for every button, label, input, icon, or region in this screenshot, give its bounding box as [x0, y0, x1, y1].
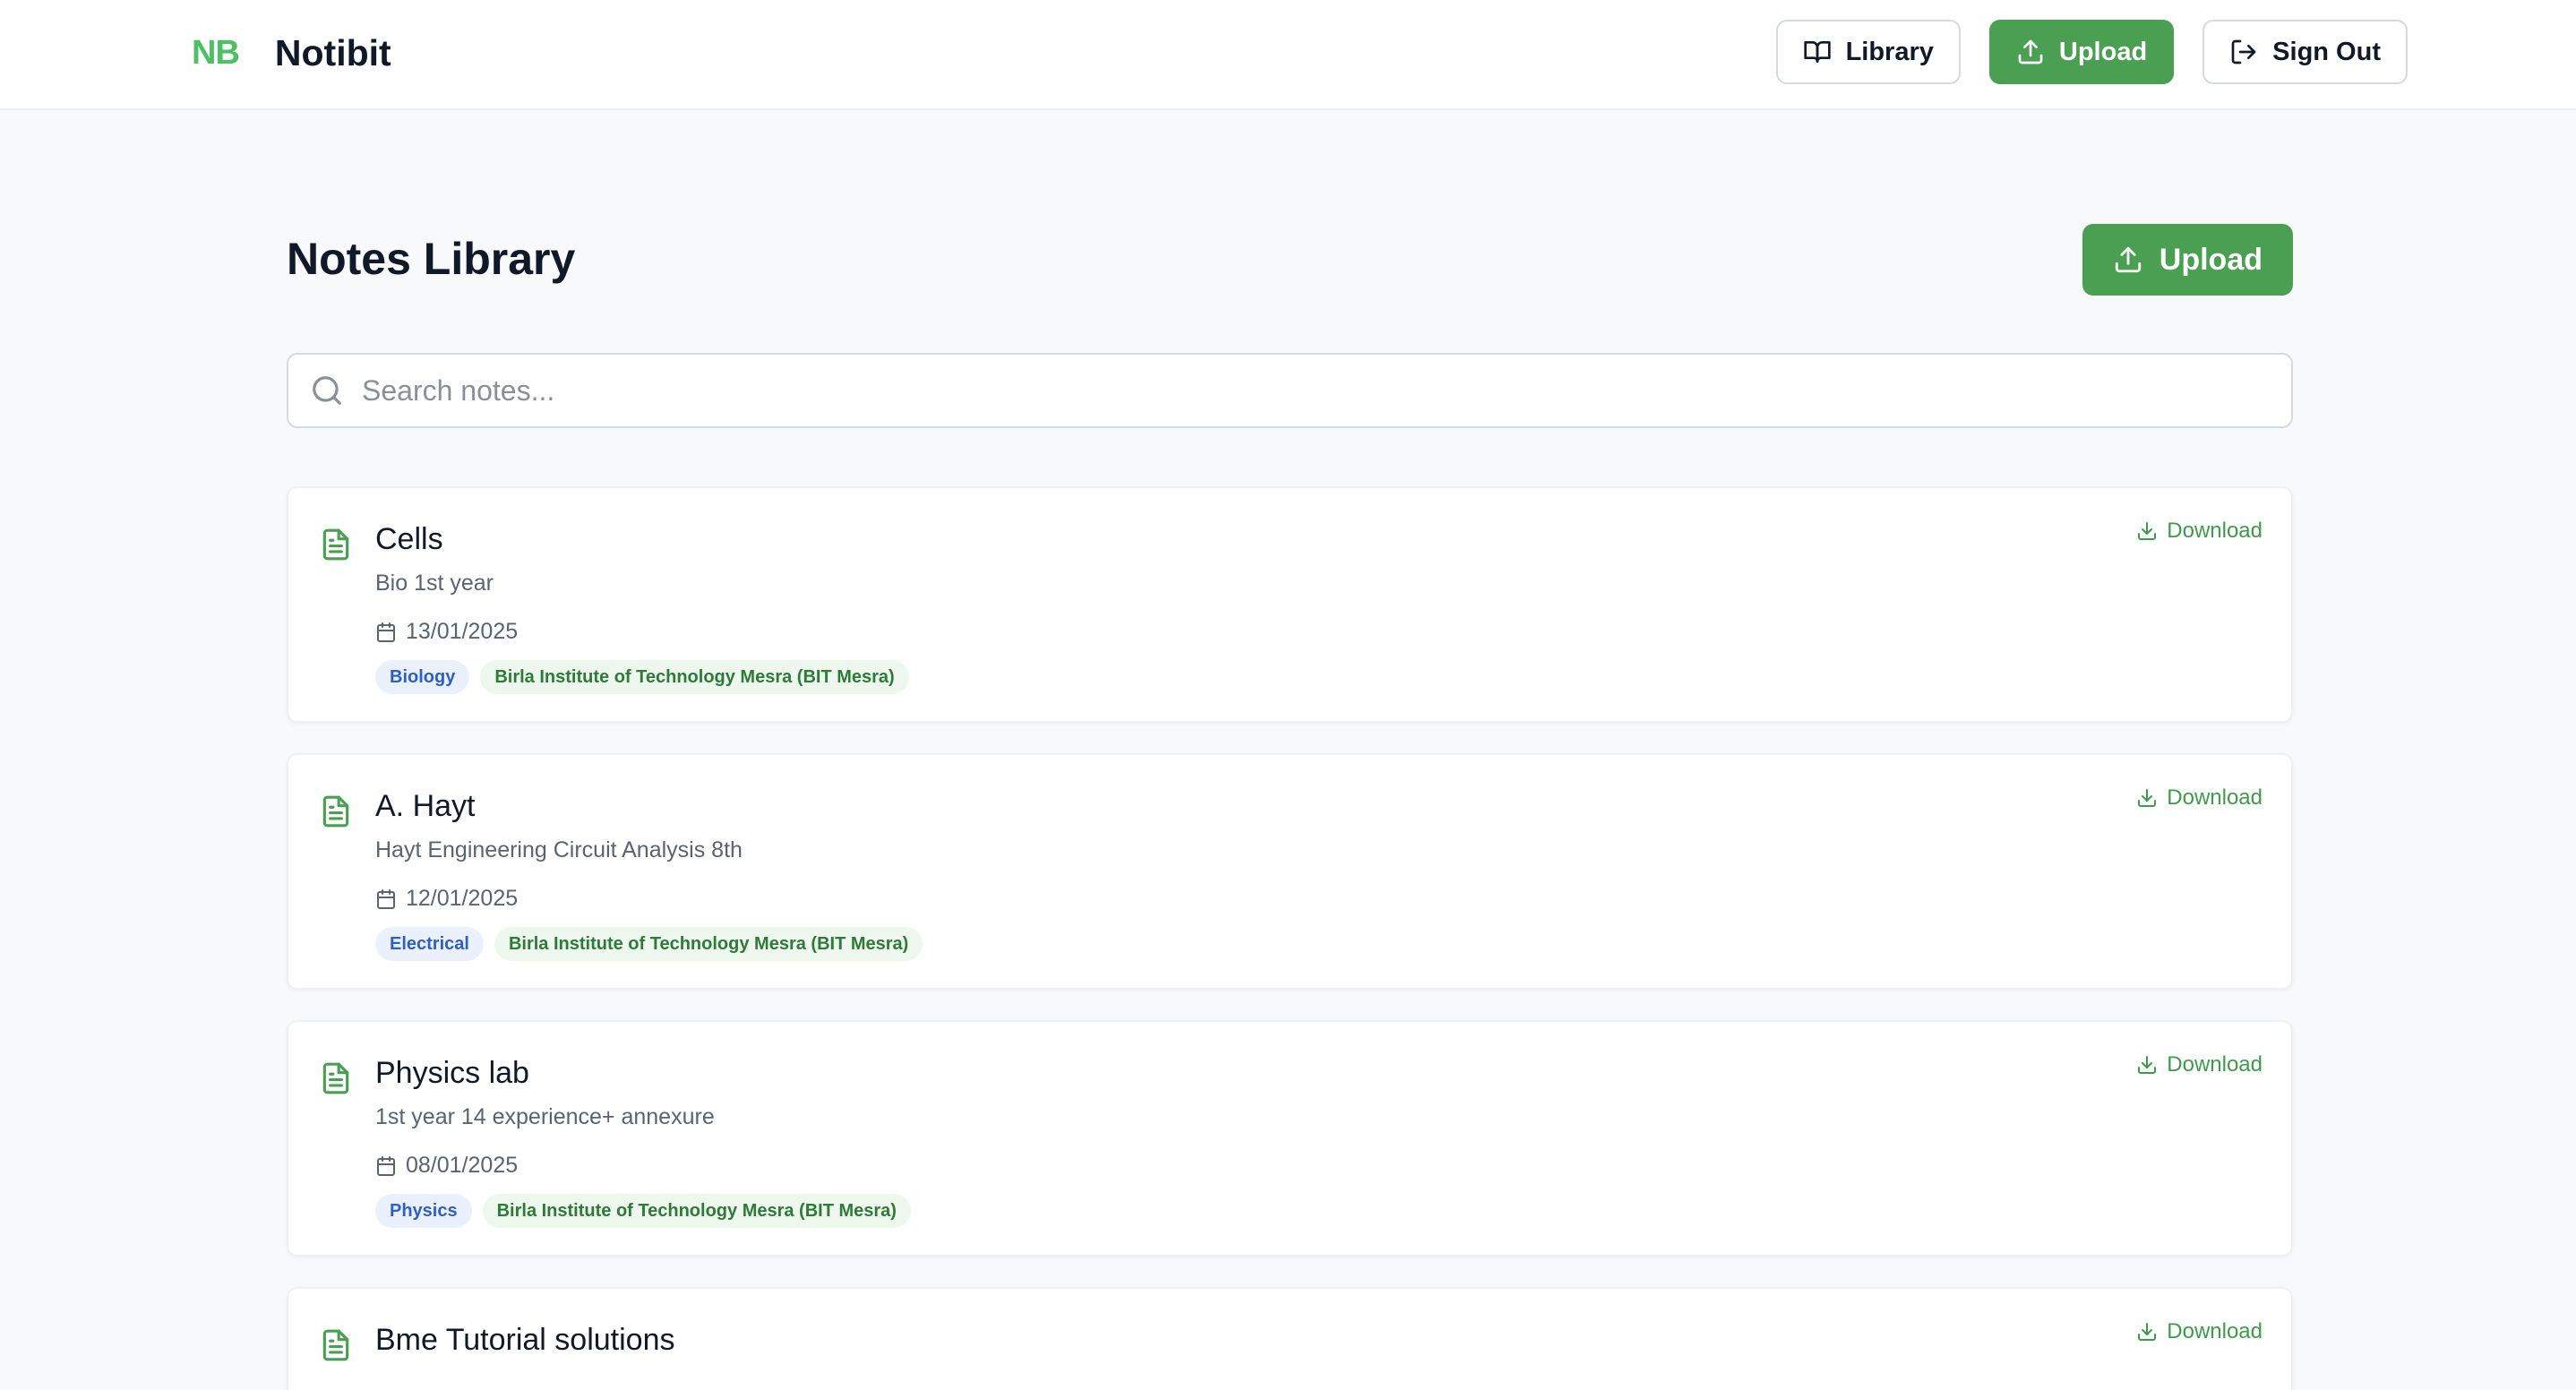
- subject-tag: Physics: [375, 1194, 472, 1228]
- calendar-icon: [377, 888, 395, 909]
- download-icon: [2138, 1056, 2157, 1074]
- download-icon: [2138, 1323, 2157, 1341]
- download-button-label: Download: [2167, 519, 2263, 543]
- note-date-text: 12/01/2025: [406, 886, 519, 911]
- note-description: Hayt Engineering Circuit Analysis 8th: [375, 837, 743, 862]
- library-button-label: Library: [1845, 37, 1934, 66]
- note-description: 1st year 14 experience+ annexure: [375, 1104, 715, 1129]
- subject-tag: Biology: [375, 660, 470, 694]
- note-tags: Electrical Birla Institute of Technology…: [375, 927, 923, 961]
- note-title: Cells: [375, 522, 443, 556]
- download-button[interactable]: Download: [2136, 519, 2263, 544]
- upload-button-label: Upload: [2159, 242, 2263, 277]
- search-box[interactable]: [287, 353, 2293, 428]
- search-icon: [313, 376, 341, 405]
- note-date: 08/01/2025: [375, 1153, 518, 1179]
- download-button-label: Download: [2167, 1052, 2263, 1077]
- download-button[interactable]: Download: [2136, 785, 2263, 811]
- app-name: Notibit: [274, 31, 391, 73]
- upload-icon: [2115, 246, 2141, 273]
- file-text-icon: [322, 1062, 349, 1094]
- sign-out-button-label: Sign Out: [2272, 37, 2381, 66]
- library-button[interactable]: Library: [1775, 20, 1961, 84]
- note-date-text: 13/01/2025: [406, 619, 519, 644]
- brand[interactable]: NB Notibit: [192, 0, 391, 106]
- file-text-icon: [322, 528, 349, 561]
- note-title: A. Hayt: [375, 789, 476, 823]
- institute-tag: Birla Institute of Technology Mesra (BIT…: [480, 660, 909, 694]
- file-text-icon: [322, 1329, 349, 1361]
- calendar-icon: [377, 622, 395, 642]
- sign-out-button[interactable]: Sign Out: [2202, 20, 2408, 84]
- institute-tag: Birla Institute of Technology Mesra (BIT…: [482, 1194, 911, 1228]
- note-tags: Biology Birla Institute of Technology Me…: [375, 660, 909, 694]
- book-open-icon: [1803, 41, 1831, 63]
- upload-button[interactable]: Upload: [2082, 224, 2293, 296]
- search-input[interactable]: [362, 364, 2291, 417]
- page-title: Notes Library: [287, 234, 576, 284]
- institute-tag: Birla Institute of Technology Mesra (BIT…: [494, 927, 923, 961]
- download-icon: [2138, 522, 2157, 540]
- top-navbar: NB Notibit Library Upload Sign Out: [0, 0, 2576, 110]
- note-tags: Physics Birla Institute of Technology Me…: [375, 1194, 911, 1228]
- upload-nav-button-label: Upload: [2058, 37, 2148, 66]
- upload-icon: [2018, 39, 2043, 64]
- note-card[interactable]: Physics lab 1st year 14 experience+ anne…: [287, 1020, 2293, 1257]
- note-card[interactable]: Cells Bio 1st year 13/01/2025 Biology Bi…: [287, 486, 2293, 723]
- note-date: 13/01/2025: [375, 619, 518, 645]
- upload-nav-button[interactable]: Upload: [1988, 20, 2175, 84]
- download-button-label: Download: [2167, 785, 2263, 810]
- note-title: Physics lab: [375, 1056, 529, 1090]
- calendar-icon: [377, 1155, 395, 1176]
- download-icon: [2138, 789, 2157, 807]
- note-description: Bio 1st year: [375, 571, 494, 596]
- download-button[interactable]: Download: [2136, 1052, 2263, 1077]
- log-out-icon: [2231, 39, 2256, 64]
- note-card[interactable]: A. Hayt Hayt Engineering Circuit Analysi…: [287, 753, 2293, 990]
- note-card[interactable]: Bme Tutorial solutions Download: [287, 1287, 2293, 1390]
- subject-tag: Electrical: [375, 927, 484, 961]
- title-row: Notes Library Upload: [287, 224, 2293, 296]
- download-button[interactable]: Download: [2136, 1319, 2263, 1344]
- note-date-text: 08/01/2025: [406, 1153, 519, 1178]
- nav-actions: Library Upload Sign Out: [1775, 20, 2408, 84]
- download-button-label: Download: [2167, 1319, 2263, 1343]
- file-text-icon: [322, 795, 349, 828]
- brand-logo: NB: [192, 33, 240, 72]
- note-title: Bme Tutorial solutions: [375, 1323, 675, 1357]
- note-date: 12/01/2025: [375, 886, 518, 912]
